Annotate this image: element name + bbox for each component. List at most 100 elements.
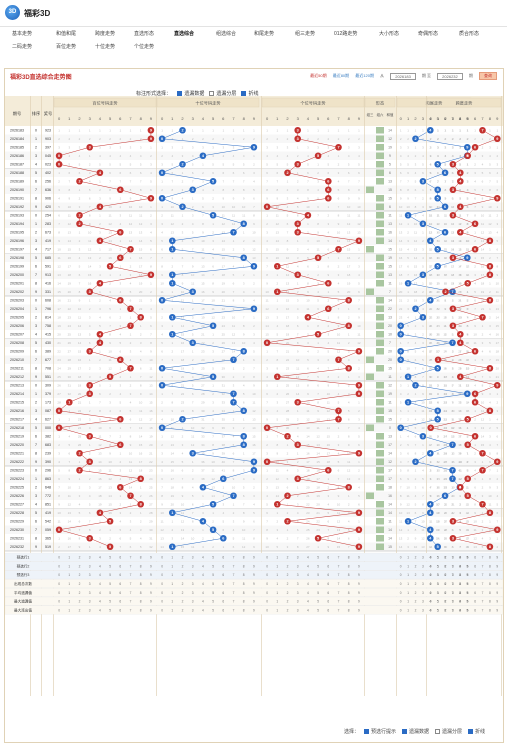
recent50-link[interactable]: 最近50期 [310, 73, 326, 79]
nav-item-11[interactable]: 质合形态 [459, 30, 479, 37]
miss-value: 5 [150, 316, 152, 320]
miss-value: 1 [99, 350, 101, 354]
nav-item-1[interactable]: 和值和尾 [56, 30, 76, 37]
miss-value: 12 [421, 418, 425, 422]
recent80-link[interactable]: 最近80期 [333, 73, 349, 79]
miss-value: 6 [489, 350, 491, 354]
miss-value: 5 [202, 197, 204, 201]
nav-item-13[interactable]: 百位走势 [56, 43, 76, 50]
miss-value: 5 [400, 163, 402, 167]
footer-digit: 1 [407, 591, 409, 595]
miss-value: 4 [150, 231, 152, 235]
query-button[interactable]: 查询 [479, 72, 497, 80]
footer-digit: 8 [348, 591, 350, 595]
number-ball-label: 8 [348, 486, 350, 490]
number-ball-label: 5 [109, 520, 111, 524]
number-ball-label: 3 [89, 392, 91, 396]
miss-value: 3 [161, 452, 163, 456]
row-winning-number: 591 [45, 265, 51, 269]
miss-value: 7 [430, 180, 432, 184]
footer-digit: 7 [338, 564, 340, 568]
row-winning-number: 519 [45, 545, 51, 549]
footer-digit: 8 [243, 608, 245, 612]
footer-option-0[interactable]: 预选行提示 [364, 729, 396, 735]
shape-marker [376, 237, 384, 244]
footer-digit: 3 [192, 591, 194, 595]
nav-item-12[interactable]: 二码走势 [12, 43, 32, 50]
miss-value: 10 [232, 486, 236, 490]
footer-digit: 7 [233, 582, 235, 586]
number-ball-label: 2 [414, 460, 416, 464]
footer-option-1[interactable]: 遗漏数据 [402, 729, 429, 735]
footer-digit: 4 [202, 556, 204, 560]
nav-item-14[interactable]: 十位走势 [95, 43, 115, 50]
to-input[interactable]: 2026232 [437, 72, 463, 80]
checkbox-icon[interactable] [435, 729, 441, 735]
footer-option-3[interactable]: 折线 [468, 729, 485, 735]
nav-item-5[interactable]: 组选综合 [216, 30, 236, 37]
miss-value: 11 [429, 214, 432, 218]
footer-digit: 3 [192, 600, 194, 604]
miss-value: 5 [430, 469, 432, 473]
footer-digit: 3 [192, 608, 194, 612]
footer-digit: 4 [459, 600, 461, 604]
footer-digit: 1 [437, 582, 439, 586]
miss-value: 2 [452, 180, 454, 184]
miss-value: 13 [399, 537, 403, 541]
miss-value: 11 [266, 299, 269, 303]
checkbox-icon[interactable] [364, 729, 369, 735]
miss-value: 1 [89, 299, 91, 303]
footer-digit: 0 [430, 582, 432, 586]
checkbox-icon[interactable] [468, 729, 474, 735]
footer-digit: 2 [415, 556, 417, 560]
miss-value: 23 [222, 316, 226, 320]
nav-item-4[interactable]: 直选综合 [174, 30, 194, 37]
footer-digit: 6 [327, 591, 329, 595]
miss-value: 4 [89, 180, 91, 184]
nav-item-2[interactable]: 跨度走势 [95, 30, 115, 37]
miss-value: 12 [232, 333, 236, 337]
nav-item-9[interactable]: 大小形态 [379, 30, 399, 37]
miss-value: 7 [407, 180, 409, 184]
row-issue: 2026232 [10, 545, 24, 549]
miss-value: 3 [99, 197, 101, 201]
row-winning-number: 382 [45, 435, 51, 439]
footer-digit: 7 [482, 573, 484, 577]
nav-item-3[interactable]: 直选形态 [134, 30, 154, 37]
nav-item-15[interactable]: 个位走势 [134, 43, 154, 50]
number-ball-label: 9 [150, 137, 152, 141]
miss-value: 16 [201, 290, 205, 294]
nav-item-7[interactable]: 组三走势 [295, 30, 315, 37]
row-issue: 2026214 [10, 392, 24, 396]
miss-value: 10 [222, 205, 226, 209]
miss-value: 4 [253, 299, 255, 303]
nav-item-0[interactable]: 基本走势 [12, 30, 32, 37]
nav-item-10[interactable]: 奇偶形态 [418, 30, 438, 37]
miss-value: 2 [327, 214, 329, 218]
number-ball-label: 0 [161, 299, 163, 303]
miss-value: 11 [139, 214, 142, 218]
miss-value: 10 [466, 367, 470, 371]
miss-value: 30 [286, 426, 290, 430]
footer-digit: 1 [68, 564, 70, 568]
checkbox-icon[interactable] [402, 729, 408, 735]
nav-item-8[interactable]: 012路走势 [334, 30, 357, 37]
miss-value: 10 [406, 367, 410, 371]
miss-value: 5 [297, 316, 299, 320]
miss-value: 20 [436, 528, 440, 532]
footer-option-2[interactable]: 遗漏分层 [435, 729, 462, 735]
miss-value: 1 [99, 214, 101, 218]
site-title[interactable]: 福彩3D [24, 8, 50, 19]
from-select[interactable]: 2026183 [390, 72, 416, 80]
footer-digit: 1 [407, 564, 409, 568]
miss-value: 30 [444, 545, 448, 549]
recent120-link[interactable]: 最近120期 [355, 73, 374, 79]
footer-digit: 1 [437, 556, 439, 560]
miss-value: 1 [276, 129, 278, 133]
logo-icon[interactable]: 3D [5, 5, 20, 20]
nav-item-6[interactable]: 和尾走势 [254, 30, 274, 37]
miss-value: 12 [265, 307, 269, 311]
miss-value: 25 [436, 333, 440, 337]
row-sort: 4 [35, 503, 37, 507]
row-sort: 1 [35, 477, 37, 481]
